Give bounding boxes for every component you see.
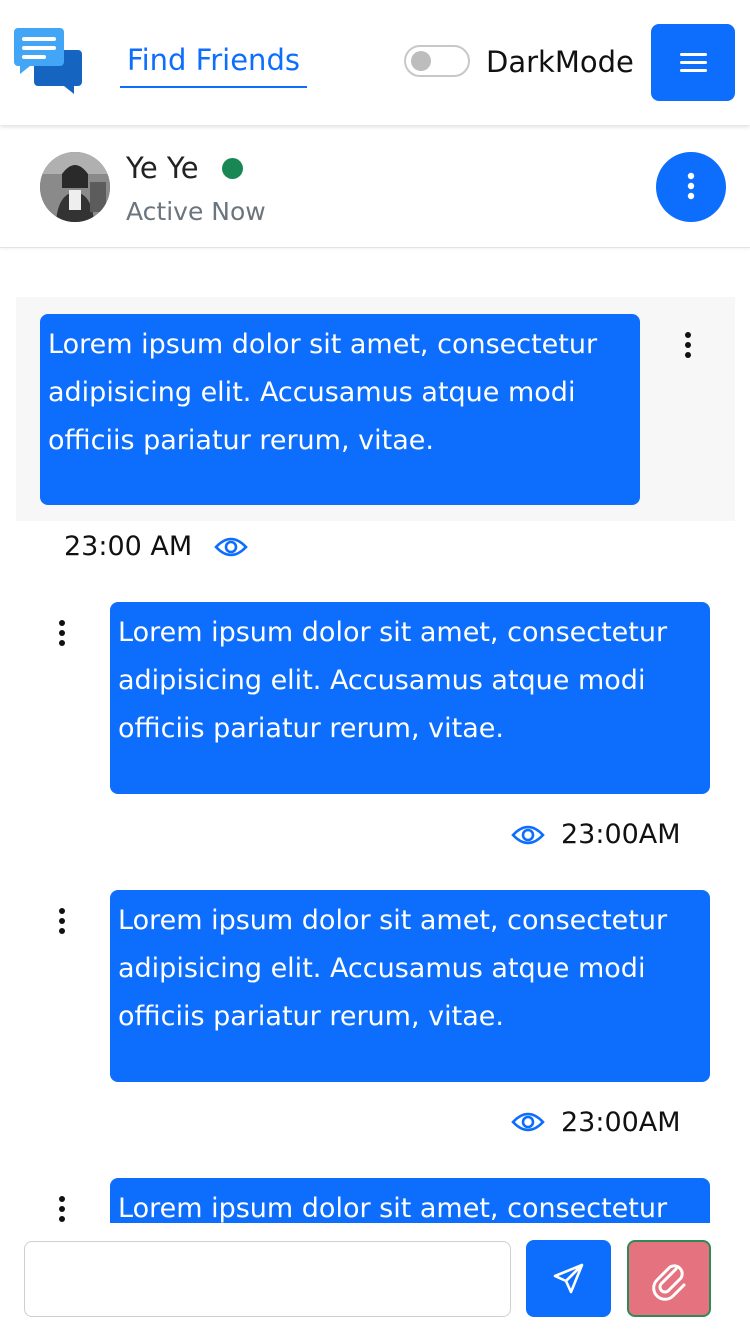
- message-bubble-sent[interactable]: Lorem ipsum dolor sit amet, consectetur …: [110, 890, 710, 1082]
- send-button[interactable]: [526, 1240, 611, 1317]
- message-options-icon[interactable]: [52, 618, 72, 648]
- toggle-knob: [411, 51, 431, 71]
- message-options-icon[interactable]: [52, 1194, 72, 1223]
- message-bubble-received[interactable]: Lorem ipsum dolor sit amet, consectetur …: [40, 314, 640, 505]
- menu-button[interactable]: [651, 24, 735, 101]
- paperclip-icon: [652, 1264, 686, 1301]
- dark-mode-label: DarkMode: [486, 45, 634, 79]
- attach-button[interactable]: [627, 1240, 711, 1317]
- hamburger-icon: [680, 53, 707, 56]
- contact-status: Active Now: [126, 197, 266, 226]
- message-options-icon[interactable]: [52, 906, 72, 936]
- dark-mode-toggle[interactable]: [404, 45, 470, 77]
- eye-icon: [214, 537, 248, 557]
- message-bubble-sent[interactable]: Lorem ipsum dolor sit amet, consectetur …: [110, 1178, 710, 1223]
- message-time: 23:00 AM: [64, 531, 193, 562]
- message-bubble-sent[interactable]: Lorem ipsum dolor sit amet, consectetur …: [110, 602, 710, 794]
- hamburger-icon-bar: [680, 61, 707, 64]
- chat-header: Ye Ye Active Now: [0, 125, 750, 248]
- contact-name: Ye Ye: [126, 151, 199, 185]
- message-time: 23:00AM: [561, 1107, 681, 1138]
- avatar[interactable]: [40, 152, 110, 222]
- eye-icon: [511, 825, 545, 845]
- online-status-dot: [222, 158, 243, 179]
- message-options-icon[interactable]: [678, 330, 698, 360]
- vertical-dots-icon: [687, 172, 695, 200]
- find-friends-link[interactable]: Find Friends: [120, 38, 307, 88]
- message-time: 23:00AM: [561, 819, 681, 850]
- message-input[interactable]: [24, 1241, 511, 1317]
- message-composer: [0, 1223, 750, 1334]
- top-navbar: Find Friends DarkMode: [0, 0, 750, 125]
- hamburger-icon-bar: [680, 69, 707, 72]
- paper-plane-icon: [553, 1263, 584, 1294]
- message-list[interactable]: Lorem ipsum dolor sit amet, consectetur …: [0, 248, 750, 1223]
- chat-options-button[interactable]: [656, 152, 726, 222]
- chat-bubbles-icon[interactable]: [14, 28, 82, 94]
- eye-icon: [511, 1112, 545, 1132]
